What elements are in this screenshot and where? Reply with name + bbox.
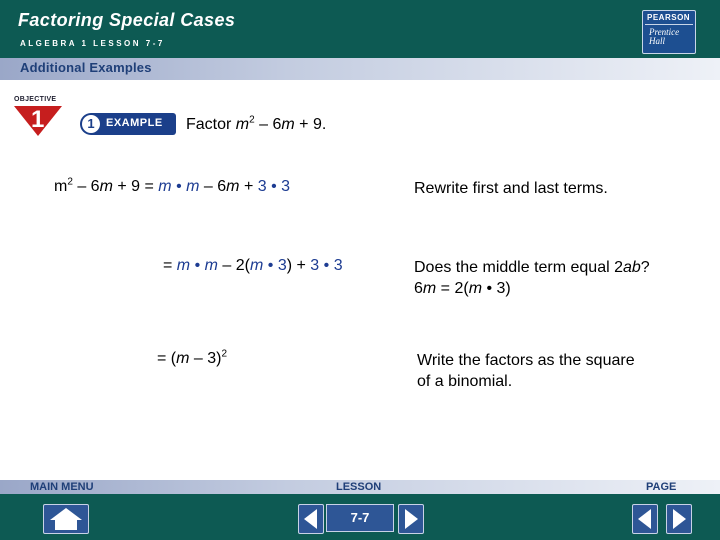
section-label: Additional Examples — [20, 60, 152, 75]
step1-equation: m2 – 6m + 9 = m • m – 6m + 3 • 3 — [54, 176, 291, 196]
step1-rhs: = m • m – 6m + 3 • 3 — [144, 178, 291, 195]
next-lesson-icon — [405, 509, 418, 529]
logo-divider — [645, 24, 693, 25]
objective-number: 1 — [31, 106, 45, 133]
lesson-number: 7-7 — [326, 504, 394, 532]
problem-statement: Factor m2 – 6m + 9. — [186, 115, 327, 134]
previous-page-icon — [638, 509, 651, 529]
footer-label-bar: MAIN MENU LESSON PAGE — [0, 480, 720, 494]
problem-var: m — [235, 116, 250, 133]
problem-var2: m — [281, 116, 295, 133]
step1-note: Rewrite first and last terms. — [414, 180, 608, 197]
main-menu-label[interactable]: MAIN MENU — [30, 481, 94, 493]
header: Factoring Special Cases ALGEBRA 1 LESSON… — [0, 0, 720, 58]
previous-lesson-button[interactable] — [298, 504, 324, 534]
section-bar: Additional Examples — [0, 58, 720, 80]
objective-marker: OBJECTIVE 1 — [14, 96, 64, 140]
problem-rest-b: + 9. — [294, 116, 327, 133]
next-page-button[interactable] — [666, 504, 692, 534]
lesson-label: LESSON — [336, 481, 382, 493]
logo-top-text: PEARSON — [647, 13, 691, 22]
step1-lhs: m2 – 6m + 9 — [54, 176, 141, 195]
previous-page-button[interactable] — [632, 504, 658, 534]
problem-rest-a: – 6 — [254, 116, 282, 133]
next-page-icon — [673, 509, 686, 529]
objective-label: OBJECTIVE — [14, 96, 57, 103]
page-title: Factoring Special Cases — [18, 10, 236, 30]
step3-equation: = (m – 3)2 — [157, 348, 228, 367]
problem-prefix: Factor — [186, 116, 236, 133]
next-lesson-button[interactable] — [398, 504, 424, 534]
step2-note-line1: Does the middle term equal 2ab? — [414, 259, 650, 276]
step3-note-line2: of a binomial. — [417, 373, 513, 390]
logo-line2: Hall — [649, 36, 666, 46]
step3-note-line1: Write the factors as the square — [417, 352, 635, 369]
step2-equation: = m • m – 2(m • 3) + 3 • 3 — [163, 257, 343, 274]
previous-lesson-icon — [304, 509, 317, 529]
home-icon — [50, 508, 82, 530]
example-badge: 1 EXAMPLE — [80, 113, 176, 135]
step3-note: Write the factors as the square of a bin… — [417, 350, 635, 392]
step2-note-line2: 6m = 2(m • 3) — [414, 280, 511, 297]
example-label: EXAMPLE — [106, 117, 163, 129]
logo-wordmark: Prentice Hall — [649, 28, 679, 46]
lesson-subtitle: ALGEBRA 1 LESSON 7-7 — [20, 39, 165, 48]
page-label: PAGE — [646, 481, 677, 493]
footer-nav: 7-7 — [0, 494, 720, 540]
home-button[interactable] — [43, 504, 89, 534]
publisher-logo: PEARSON Prentice Hall — [642, 10, 696, 54]
step2-note: Does the middle term equal 2ab? 6m = 2(m… — [414, 257, 650, 299]
example-number: 1 — [82, 115, 100, 133]
